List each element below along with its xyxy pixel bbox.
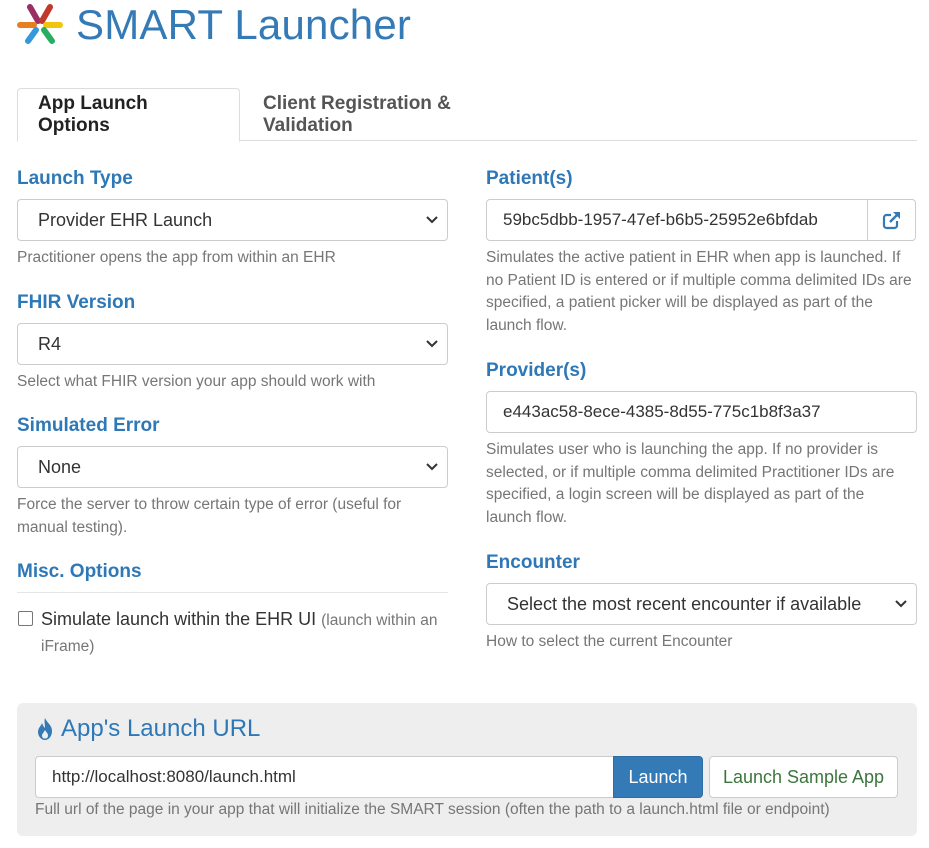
launch-url-input[interactable]: http://localhost:8080/launch.html bbox=[35, 756, 613, 798]
encounter-label: Encounter bbox=[486, 552, 580, 573]
launch-button[interactable]: Launch bbox=[613, 756, 703, 798]
launch-sample-app-button[interactable]: Launch Sample App bbox=[709, 756, 898, 798]
app-title: SMART Launcher bbox=[76, 1, 412, 48]
providers-value: e443ac58-8ece-4385-8d55-775c1b8f3a37 bbox=[503, 402, 821, 421]
tab-app-launch-options[interactable]: App Launch Options bbox=[17, 88, 240, 142]
encounter-select[interactable]: Select the most recent encounter if avai… bbox=[486, 583, 917, 625]
simulated-error-value: None bbox=[38, 456, 82, 477]
launch-url-panel: App's Launch URL http://localhost:8080/l… bbox=[17, 703, 917, 836]
simulate-ehr-label[interactable]: Simulate launch within the EHR UI bbox=[41, 609, 316, 629]
patients-input[interactable]: 59bc5dbb-1957-47ef-b6b5-25952e6bfdab bbox=[486, 199, 868, 241]
smart-logo-icon bbox=[17, 4, 63, 44]
misc-divider bbox=[17, 592, 448, 593]
patients-label: Patient(s) bbox=[486, 168, 573, 189]
fire-icon bbox=[38, 718, 52, 740]
simulate-ehr-text: Simulate launch within the EHR UI (launc… bbox=[41, 607, 441, 659]
app-header: SMART Launcher bbox=[16, 0, 411, 50]
encounter-help: How to select the current Encounter bbox=[486, 633, 733, 650]
chevron-down-icon bbox=[426, 340, 438, 348]
fhir-version-value: R4 bbox=[38, 333, 62, 354]
providers-label: Provider(s) bbox=[486, 360, 587, 381]
launch-type-select[interactable]: Provider EHR Launch bbox=[17, 199, 448, 241]
tab-bar: App Launch Options Client Registration &… bbox=[17, 88, 917, 142]
providers-input[interactable]: e443ac58-8ece-4385-8d55-775c1b8f3a37 bbox=[486, 391, 917, 433]
chevron-down-icon bbox=[426, 463, 438, 471]
simulated-error-label: Simulated Error bbox=[17, 415, 160, 436]
launch-type-label: Launch Type bbox=[17, 168, 133, 189]
fhir-version-select[interactable]: R4 bbox=[17, 323, 448, 365]
chevron-down-icon bbox=[426, 216, 438, 224]
fhir-version-help: Select what FHIR version your app should… bbox=[17, 373, 376, 390]
simulated-error-help: Force the server to throw certain type o… bbox=[17, 496, 402, 536]
simulated-error-select[interactable]: None bbox=[17, 446, 448, 488]
launch-url-help: Full url of the page in your app that wi… bbox=[35, 801, 830, 818]
chevron-down-icon bbox=[895, 600, 907, 608]
tab-client-registration[interactable]: Client Registration & Validation bbox=[241, 88, 561, 141]
patients-help: Simulates the active patient in EHR when… bbox=[486, 249, 912, 334]
launch-url-title: App's Launch URL bbox=[35, 715, 260, 743]
launch-type-help: Practitioner opens the app from within a… bbox=[17, 249, 336, 266]
patients-value: 59bc5dbb-1957-47ef-b6b5-25952e6bfdab bbox=[503, 210, 818, 229]
launch-url-title-text: App's Launch URL bbox=[61, 715, 261, 742]
providers-help: Simulates user who is launching the app.… bbox=[486, 441, 895, 526]
open-patient-picker-button[interactable] bbox=[867, 199, 916, 241]
misc-options-label: Misc. Options bbox=[17, 561, 142, 582]
simulate-ehr-checkbox[interactable] bbox=[18, 611, 33, 626]
launch-url-value: http://localhost:8080/launch.html bbox=[52, 767, 296, 786]
open-external-icon bbox=[882, 211, 901, 230]
launch-type-value: Provider EHR Launch bbox=[38, 209, 213, 230]
fhir-version-label: FHIR Version bbox=[17, 292, 136, 313]
encounter-value: Select the most recent encounter if avai… bbox=[507, 593, 862, 614]
